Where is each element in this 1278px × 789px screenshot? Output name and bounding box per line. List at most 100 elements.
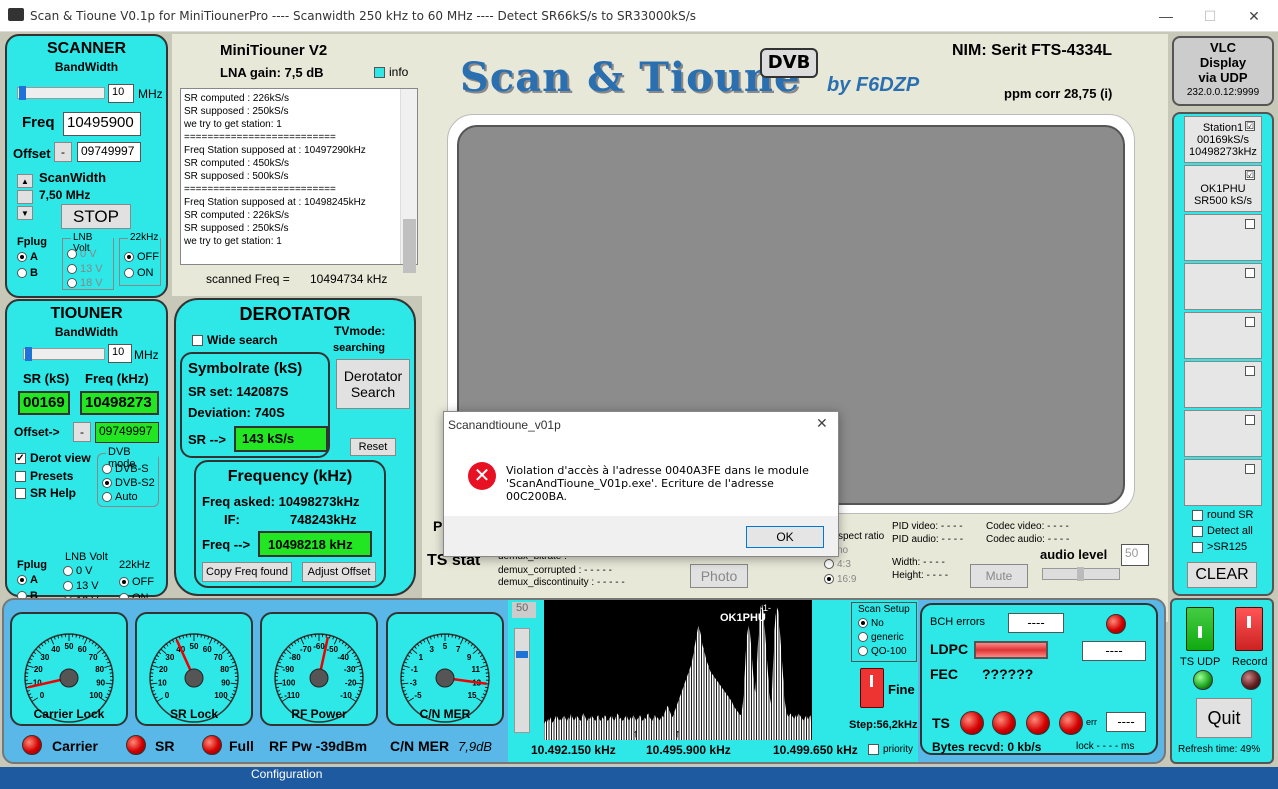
gauge-tick [156, 697, 163, 702]
gauge-tick [333, 637, 338, 645]
spectrum-plot[interactable] [544, 600, 812, 740]
level-slider[interactable] [514, 628, 530, 733]
scanwidth-up[interactable]: ▲ [17, 174, 33, 188]
info-check[interactable]: info [374, 65, 408, 79]
taskbar-config[interactable]: Configuration [251, 767, 322, 781]
tiouner-offset-value: 09749997 [95, 422, 159, 443]
station-2[interactable]: ☑ OK1PHU SR500 kS/s [1184, 165, 1262, 212]
fplug-a[interactable]: A [17, 251, 38, 263]
tiouner-lnb-13v[interactable]: 13 V [63, 580, 99, 592]
lnb-13v[interactable]: 13 V [67, 263, 103, 275]
ppm-corr: ppm corr 28,75 (i) [1004, 86, 1113, 101]
log-scrollbar[interactable] [400, 89, 417, 273]
fplug-b[interactable]: B [17, 267, 38, 279]
photo-button[interactable]: Photo [690, 564, 748, 588]
scan-setup-generic[interactable]: generic [858, 632, 904, 643]
level-value: 50 [512, 602, 536, 618]
lnb-18v[interactable]: 18 V [67, 277, 103, 289]
scanwidth-label: ScanWidth [39, 170, 107, 185]
derot-view-check[interactable]: ✓ Derot view [15, 451, 91, 465]
gauge-tick-label: 3 [430, 645, 435, 654]
tiouner-sr-label: SR (kS) [23, 371, 70, 386]
tiouner-offset-label: Offset-> [14, 425, 60, 439]
reset-button[interactable]: Reset [350, 438, 396, 456]
aspect-43[interactable]: 4:3 [824, 559, 851, 570]
scanner-offset-input[interactable]: 09749997 [77, 142, 141, 162]
scanner-freq-input[interactable]: 10495900 [63, 112, 141, 136]
tiouner-bandwidth-input[interactable]: 10 [108, 344, 132, 363]
k22-off[interactable]: OFF [124, 251, 159, 263]
dvb-auto[interactable]: Auto [102, 491, 138, 503]
scanwidth-mid[interactable] [17, 190, 33, 204]
sr-help-check[interactable]: SR Help [15, 486, 76, 500]
gauge-tick [283, 651, 287, 655]
station-slot-empty[interactable] [1184, 312, 1262, 359]
round-sr-check[interactable]: round SR [1192, 509, 1253, 521]
gauge-tick [165, 643, 169, 647]
close-button[interactable]: ✕ [1244, 6, 1264, 26]
gauge-2: -110 -100 -90 -80 -70 -60 -50 -40 -30 -20 -10 RF Po… [260, 612, 378, 726]
dialog-ok-button[interactable]: OK [746, 526, 824, 548]
gauge-tick [83, 637, 88, 645]
fine-toggle[interactable] [860, 668, 884, 708]
copy-freq-button[interactable]: Copy Freq found [202, 562, 292, 582]
dvb-s2[interactable]: DVB-S2 [102, 477, 155, 489]
maximize-button[interactable]: ☐ [1200, 6, 1220, 26]
vlc-box[interactable]: VLC Display via UDP 232.0.0.12:9999 [1172, 36, 1274, 106]
audio-level-value[interactable]: 50 [1121, 544, 1149, 566]
derotator-search-button[interactable]: Derotator Search [336, 359, 410, 409]
gauge-tick [229, 665, 237, 668]
scan-log[interactable]: SR computed : 226kS/s SR supposed : 250kS… [180, 88, 418, 265]
log-line: ========================== [184, 132, 336, 143]
wide-search[interactable]: Wide search [192, 333, 278, 347]
gauge-tick-label: 40 [51, 645, 60, 654]
tiouner-bandwidth-slider[interactable] [23, 347, 105, 361]
sr125-check[interactable]: >SR125 [1192, 541, 1247, 553]
gauge-tick-label: -110 [284, 691, 300, 700]
tiouner-offset-minus[interactable]: - [73, 422, 91, 442]
k22-on[interactable]: ON [124, 267, 154, 279]
symbolrate-title: Symbolrate (kS) [188, 360, 303, 377]
station-slot-empty[interactable] [1184, 459, 1262, 506]
bytes-received: Bytes recvd: 0 kb/s [932, 740, 1042, 754]
carrier-led [22, 735, 42, 755]
scanwidth-down[interactable]: ▼ [17, 206, 33, 220]
audio-slider[interactable] [1042, 567, 1120, 581]
station-slot-empty[interactable] [1184, 361, 1262, 408]
lnb-0v[interactable]: 0 V [67, 248, 97, 260]
aspect-169[interactable]: 16:9 [824, 574, 856, 585]
scanner-bandwidth-input[interactable]: 10 [108, 84, 134, 103]
scan-setup-qo100[interactable]: QO-100 [858, 646, 907, 657]
stop-button[interactable]: STOP [61, 204, 131, 229]
clear-button[interactable]: CLEAR [1187, 562, 1257, 588]
tiouner-fplug-a[interactable]: A [17, 574, 38, 586]
dvb-s[interactable]: DVB-S [102, 463, 149, 475]
minimize-button[interactable]: — [1156, 6, 1176, 26]
station-slot-empty[interactable] [1184, 410, 1262, 457]
station-1[interactable]: ☑ Station1 00169kS/s 10498273kHz [1184, 116, 1262, 163]
tiouner-k22-off[interactable]: OFF [119, 576, 154, 588]
mute-button[interactable]: Mute [970, 564, 1028, 588]
tiouner-lnb-0v[interactable]: 0 V [63, 565, 93, 577]
ts-udp-toggle[interactable] [1186, 607, 1214, 651]
station-slot-empty[interactable] [1184, 263, 1262, 310]
bch-led [1106, 614, 1126, 634]
detect-all-check[interactable]: Detect all [1192, 525, 1253, 537]
scanner-bandwidth-slider[interactable] [17, 86, 105, 100]
station-slot-empty[interactable] [1184, 214, 1262, 261]
gauge-tick-label: 7 [456, 645, 461, 654]
scanner-offset-minus[interactable]: - [54, 142, 72, 162]
quit-button[interactable]: Quit [1196, 698, 1252, 738]
priority-check[interactable]: priority [868, 744, 913, 755]
gauge-hub [59, 668, 79, 688]
scan-setup-no[interactable]: No [858, 618, 884, 629]
gauge-tick [451, 634, 453, 638]
dialog-close[interactable]: ✕ [816, 415, 828, 432]
aspect-ratio-label: spect ratio [838, 531, 885, 542]
adjust-offset-button[interactable]: Adjust Offset [302, 562, 376, 582]
presets-check[interactable]: Presets [15, 469, 73, 483]
gauge-tick-label: 0 [40, 691, 45, 700]
gauge-tick [216, 641, 220, 645]
err-value: ---- [1106, 712, 1146, 732]
record-toggle[interactable] [1235, 607, 1263, 651]
